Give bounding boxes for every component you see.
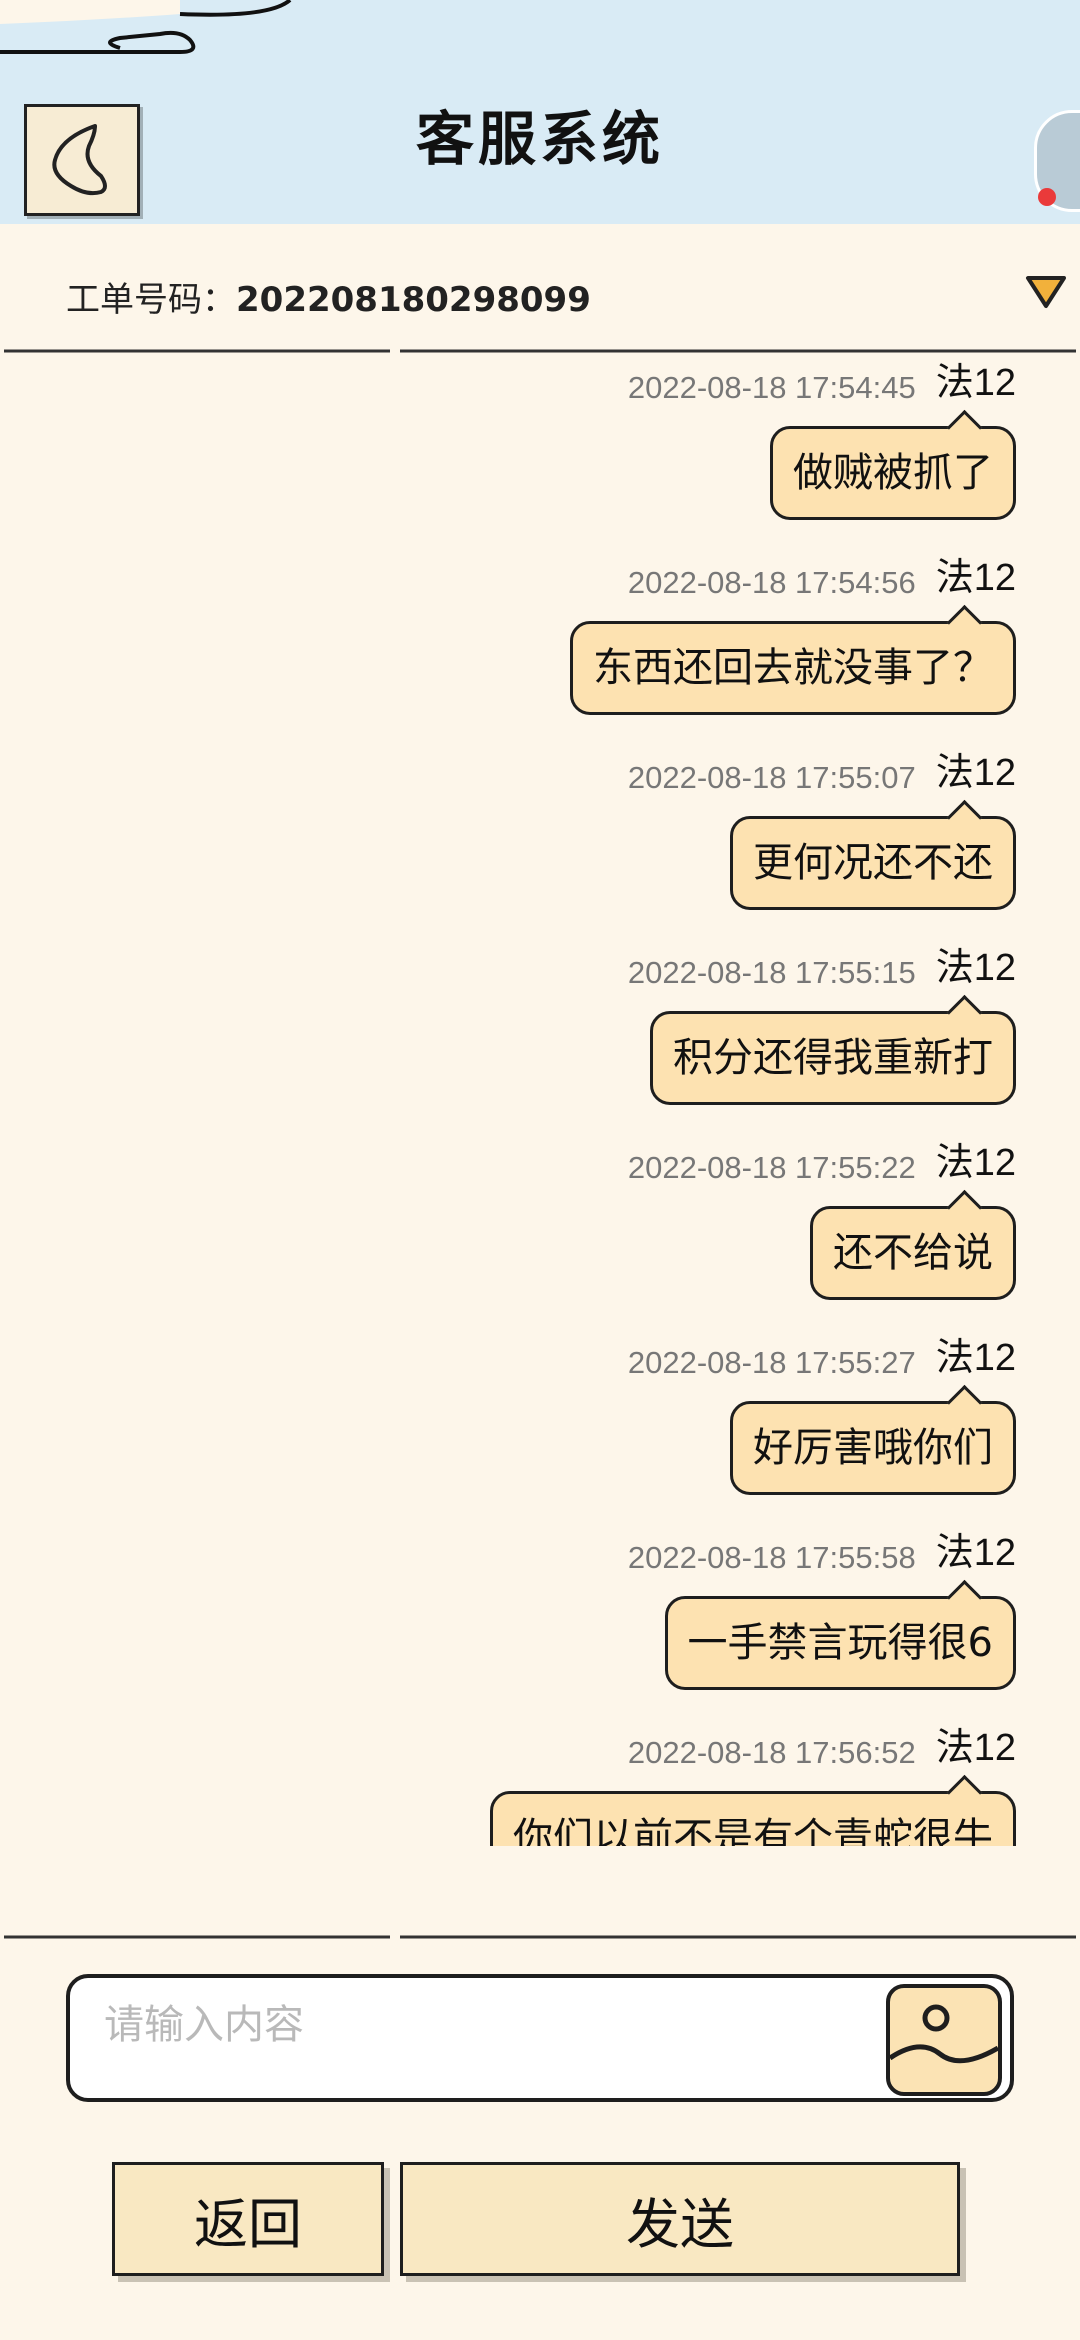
message-sender: 法12 (935, 947, 1016, 989)
chat-message-list[interactable]: 2022-08-18 17:54:45 法12 做贼被抓了 2022-08-18 … (0, 356, 1080, 1846)
message-time: 2022-08-18 17:55:27 (627, 1345, 916, 1380)
triangle-down-icon[interactable] (1024, 272, 1068, 312)
message-bubble[interactable]: 积分还得我重新打 (650, 1011, 1016, 1105)
message-time: 2022-08-18 17:56:52 (627, 1735, 916, 1770)
message-time: 2022-08-18 17:55:58 (627, 1540, 916, 1575)
message-bubble[interactable]: 你们以前不是有个青蛇很牛 (490, 1791, 1016, 1846)
message-sender: 法12 (935, 752, 1016, 794)
header-bar: 客服系统 (0, 0, 1080, 224)
cloud-decoration-icon (0, 0, 292, 54)
message-sender: 法12 (935, 1337, 1016, 1379)
message-bubble[interactable]: 更何况还不还 (730, 816, 1016, 910)
image-icon (890, 2004, 998, 2064)
message-time: 2022-08-18 17:54:56 (627, 565, 916, 600)
message-bubble[interactable]: 一手禁言玩得很6 (664, 1596, 1016, 1690)
page-title: 客服系统 (415, 105, 664, 173)
message-time: 2022-08-18 17:54:45 (627, 370, 916, 405)
ticket-label: 工单号码： (66, 280, 236, 320)
message-time: 2022-08-18 17:55:07 (627, 760, 916, 795)
message-time: 2022-08-18 17:55:22 (627, 1150, 916, 1185)
notification-dot (1038, 188, 1056, 206)
message-bubble[interactable]: 还不给说 (810, 1206, 1016, 1300)
divider-top (4, 349, 1076, 353)
image-upload-button[interactable] (886, 1984, 1002, 2096)
message-sender: 法12 (935, 1142, 1016, 1184)
message-input[interactable]: 请输入内容 (66, 1974, 1014, 2102)
input-placeholder: 请输入内容 (104, 2002, 304, 2048)
message-sender: 法12 (935, 362, 1016, 404)
ticket-number: 202208180298099 (236, 280, 591, 320)
message-bubble[interactable]: 做贼被抓了 (770, 426, 1016, 520)
ticket-info: 工单号码：202208180298099 (66, 272, 591, 321)
message-sender: 法12 (935, 557, 1016, 599)
ticket-bar[interactable]: 工单号码：202208180298099 (0, 224, 1080, 352)
message-sender: 法12 (935, 1532, 1016, 1574)
message-bubble[interactable]: 东西还回去就没事了？ (570, 621, 1016, 715)
send-button[interactable]: 发送 (400, 2162, 960, 2276)
return-button[interactable]: 返回 (112, 2162, 384, 2276)
divider-bottom (4, 1935, 1076, 1939)
message-sender: 法12 (935, 1727, 1016, 1769)
message-bubble[interactable]: 好厉害哦你们 (730, 1401, 1016, 1495)
message-time: 2022-08-18 17:55:15 (627, 955, 916, 990)
